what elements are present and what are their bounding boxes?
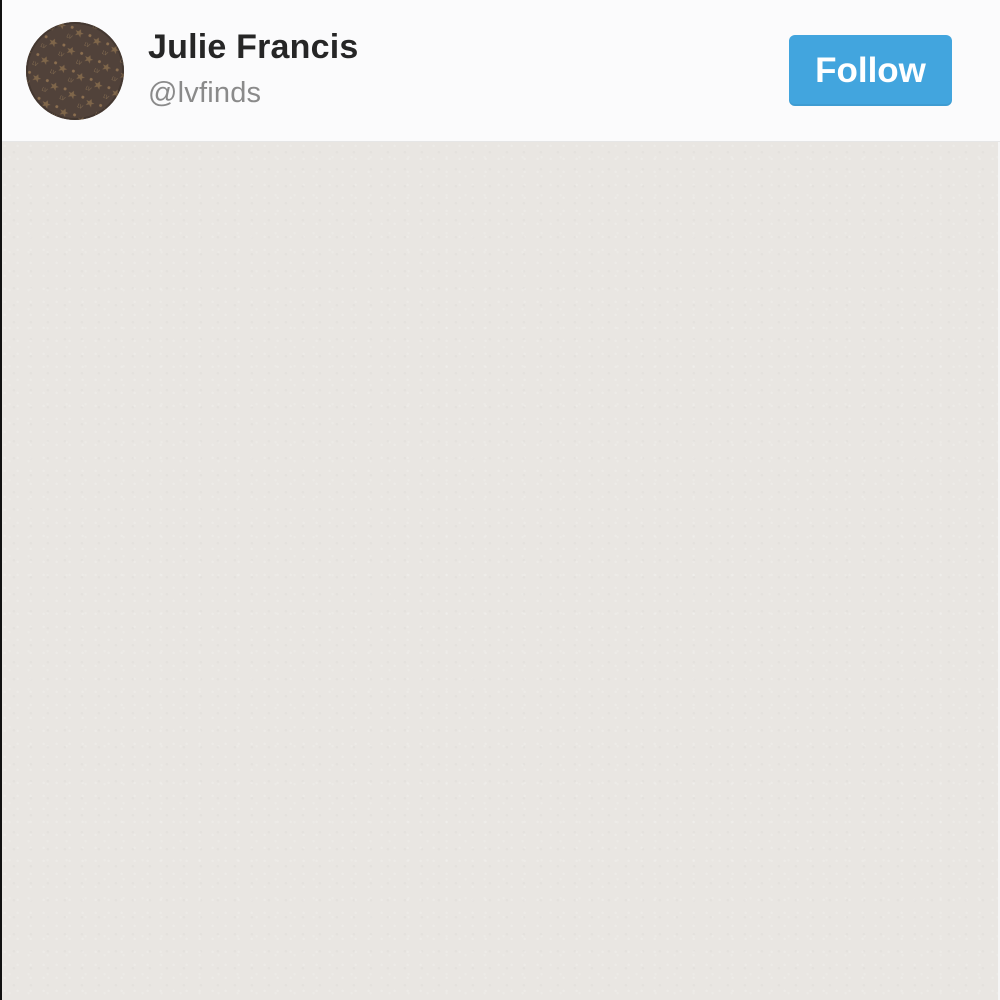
profile-name: Julie Francis <box>148 28 359 66</box>
follow-button[interactable]: Follow <box>789 35 952 106</box>
profile-handle: @lvfinds <box>148 77 262 109</box>
profile-card: LV Julie Francis @lvfinds Follow <box>0 0 1000 1000</box>
media-area <box>2 142 1000 1000</box>
avatar[interactable]: LV <box>26 22 124 120</box>
profile-header: LV Julie Francis @lvfinds Follow <box>2 0 1000 142</box>
monogram-avatar-icon: LV <box>26 22 124 120</box>
